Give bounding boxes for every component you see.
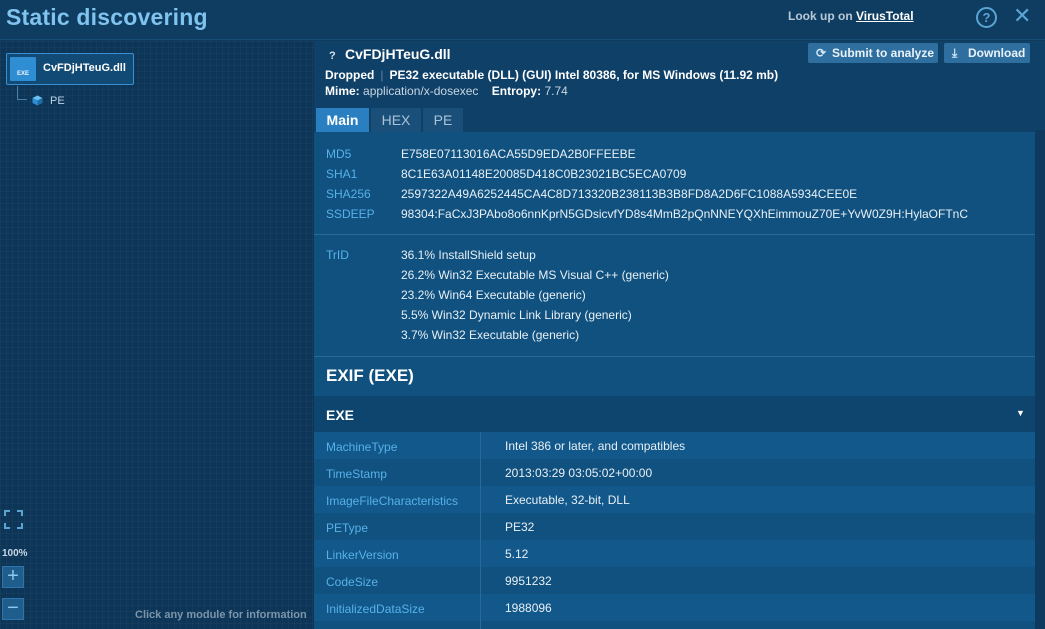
hash-value: E758E07113016ACA55D9EDA2B0FFEEBE [401,147,636,161]
exif-key: TimeStamp [326,467,387,481]
zoom-out-button[interactable]: − [2,598,24,620]
unknown-type-icon: ? [329,50,336,62]
tab-main[interactable]: Main [316,108,369,132]
exif-key: PEType [326,521,369,535]
tab-hex[interactable]: HEX [371,108,421,132]
hash-value: 2597322A49A6252445CA4C8D713320B238113B3B… [401,187,858,201]
lookup-prefix: Look up on [788,9,853,23]
exe-section-header[interactable]: EXE ▼ [314,396,1038,432]
chevron-down-icon[interactable]: ▼ [1016,408,1025,418]
exe-file-icon: EXE [10,57,36,81]
cube-icon [32,95,43,106]
exif-key: CodeSize [326,575,379,589]
virustotal-lookup-link[interactable]: Look up on VirusTotal [788,9,914,23]
exif-key: LinkerVersion [326,548,399,562]
entropy-label: Entropy: [491,84,542,98]
hash-key: SHA256 [326,187,371,201]
tab-pe[interactable]: PE [423,108,463,132]
tree-connector [17,86,27,100]
file-status: Dropped [325,68,375,82]
exif-value: 9951232 [505,574,552,588]
trid-label: TrID [326,248,349,262]
zoom-level: 100% [2,548,28,559]
exif-key: MachineType [326,440,398,454]
module-tree-panel: EXE CvFDjHTeuG.dll PE 100% + − Click any… [0,41,314,629]
trid-item: 23.2% Win64 Executable (generic) [401,288,586,302]
hash-key: SHA1 [326,167,358,181]
table-row: ImageFileCharacteristics Executable, 32-… [314,486,1038,513]
virustotal-brand[interactable]: VirusTotal [856,9,914,23]
trid-item: 36.1% InstallShield setup [401,248,536,262]
exif-value: PE32 [505,520,535,534]
table-row: MachineType Intel 386 or later, and comp… [314,432,1038,459]
table-row: TimeStamp 2013:03:29 03:05:02+00:00 [314,459,1038,486]
fit-to-screen-icon[interactable] [4,510,23,529]
file-type-info: PE32 executable (DLL) (GUI) Intel 80386,… [389,68,779,82]
exif-value: Intel 386 or later, and compatibles [505,439,686,453]
divider [314,356,1035,357]
hash-value: 8C1E63A01148E20085D418C0B23021BC5ECA0709 [401,167,687,181]
download-label: Download [968,46,1026,60]
tree-node-label: CvFDjHTeuG.dll [43,62,126,74]
table-row: PEType PE32 [314,513,1038,540]
exif-value: 1988096 [505,601,552,615]
download-icon: ⤓ [952,46,958,60]
hash-key: MD5 [326,147,352,161]
trid-item: 26.2% Win32 Executable MS Visual C++ (ge… [401,268,669,282]
mime-label: Mime: [325,84,360,98]
tree-node-root[interactable]: EXE CvFDjHTeuG.dll [6,53,134,85]
hint-text: Click any module for information [135,609,307,621]
entropy-value: 7.74 [544,84,568,98]
window-edge [1035,130,1045,629]
download-button[interactable]: ⤓ Download [944,43,1030,63]
exif-value: Executable, 32-bit, DLL [505,493,630,507]
file-name: CvFDjHTeuG.dll [345,46,451,62]
trid-item: 5.5% Win32 Dynamic Link Library (generic… [401,308,632,322]
exif-value: 5.12 [505,547,529,561]
table-row: LinkerVersion 5.12 [314,540,1038,567]
app-header: Static discovering Look up on VirusTotal… [0,0,1045,40]
trid-item: 3.7% Win32 Executable (generic) [401,328,580,342]
hash-value: 98304:FaCxJ3PAbo8o6nnKprN5GDsicvfYD8s4Mm… [401,207,968,221]
divider [314,234,1035,235]
mime-value: application/x-dosexec [363,84,479,98]
close-icon[interactable]: ✕ [1013,5,1031,27]
file-type-line: Dropped | PE32 executable (DLL) (GUI) Inte… [325,68,779,82]
help-icon[interactable]: ? [976,7,997,28]
exe-section-label: EXE [326,407,355,423]
file-meta-line: Mime: application/x-dosexec Entropy: 7.7… [325,84,568,98]
zoom-in-button[interactable]: + [2,566,24,588]
exif-key: InitializedDataSize [326,602,425,616]
refresh-icon: ⟳ [816,46,827,60]
hash-key: SSDEEP [326,207,375,221]
tree-node-pe[interactable]: PE [50,95,65,107]
column-divider [480,432,481,629]
page-title: Static discovering [6,4,208,30]
exif-key: ImageFileCharacteristics [326,494,459,508]
submit-label: Submit to analyze [832,46,935,60]
table-row: InitializedDataSize 1988096 [314,594,1038,621]
file-header: ? CvFDjHTeuG.dll ⟳ Submit to analyze ⤓ D… [314,41,1045,109]
submit-to-analyze-button[interactable]: ⟳ Submit to analyze [808,43,938,63]
main-tab-content: MD5 E758E07113016ACA55D9EDA2B0FFEEBE SHA… [314,132,1045,629]
exif-value: 2013:03:29 03:05:02+00:00 [505,466,653,480]
tab-bar: Main HEX PE [314,108,1045,132]
file-details-panel: ? CvFDjHTeuG.dll ⟳ Submit to analyze ⤓ D… [314,41,1045,629]
exif-section-title: EXIF (EXE) [326,366,414,385]
table-row: CodeSize 9951232 [314,567,1038,594]
